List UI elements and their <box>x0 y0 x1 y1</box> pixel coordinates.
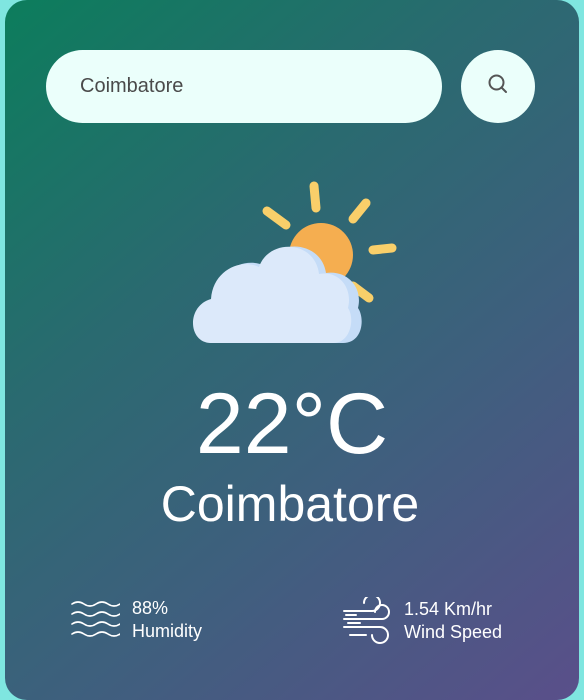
search-button[interactable] <box>461 50 535 123</box>
city-name: Coimbatore <box>160 476 420 532</box>
humidity-label: Humidity <box>132 621 203 641</box>
wind-label: Wind Speed <box>404 622 503 642</box>
temperature: 22°C <box>195 376 389 472</box>
search-icon <box>487 73 509 100</box>
weather-card: 22°C Coimbatore 88% Humidity <box>5 0 579 700</box>
search-bar[interactable] <box>46 50 442 123</box>
humidity-icon <box>70 598 121 642</box>
wind-icon <box>342 594 392 645</box>
search-input[interactable] <box>78 74 422 99</box>
partly-cloudy-icon <box>183 178 403 353</box>
wind-value: 1.54 Km/hr <box>404 599 493 619</box>
wind-stat: 1.54 Km/hr Wind Speed <box>342 594 503 645</box>
humidity-value: 88% <box>132 598 169 618</box>
humidity-stat: 88% Humidity <box>70 597 202 643</box>
